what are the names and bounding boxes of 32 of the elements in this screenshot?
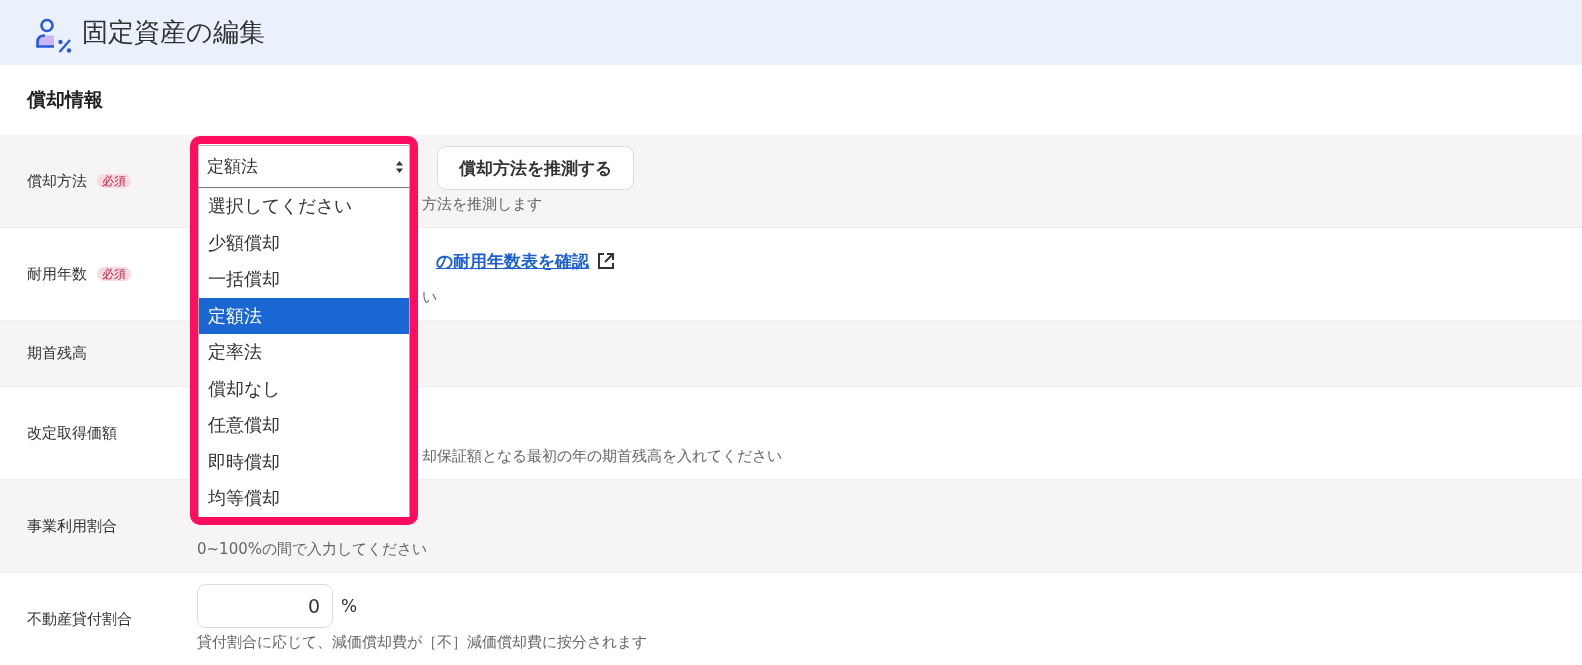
dropdown-option[interactable]: 定率法: [199, 334, 409, 371]
useful-life-table-link[interactable]: の耐用年数表を確認: [436, 249, 589, 273]
field-label: 期首残高: [27, 344, 87, 363]
section-title: 償却情報: [27, 87, 103, 112]
dropdown-option[interactable]: 即時償却: [199, 443, 409, 480]
field-label: 耐用年数: [27, 264, 87, 284]
hint-text: い: [422, 288, 437, 306]
person-percent-icon: [35, 18, 72, 53]
required-tag: 必須: [97, 174, 131, 188]
required-tag: 必須: [97, 267, 131, 281]
dropdown-option[interactable]: 選択してください: [199, 188, 409, 225]
field-label: 不動産貸付割合: [27, 609, 132, 629]
page-title: 固定資産の編集: [82, 16, 265, 49]
hint-text: 方法を推測します: [422, 195, 542, 213]
dropdown-option[interactable]: 均等償却: [199, 480, 409, 517]
estimate-method-button[interactable]: 償却方法を推測する: [437, 146, 634, 190]
field-label: 事業利用割合: [27, 516, 117, 536]
hint-text: 0~100%の間で入力してください: [197, 540, 427, 558]
field-label: 改定取得価額: [27, 423, 117, 443]
hint-text: 貸付割合に応じて、減価償却費が［不］減価償却費に按分されます: [197, 633, 647, 651]
field-label: 償却方法: [27, 171, 87, 191]
percent-input[interactable]: 0: [197, 584, 333, 628]
updown-arrows-icon: [396, 160, 403, 173]
dropdown-option[interactable]: 少額償却: [199, 224, 409, 261]
dropdown-option[interactable]: 一括償却: [199, 261, 409, 298]
percent-unit: %: [341, 596, 358, 616]
hint-text: 却保証額となる最初の年の期首残高を入れてください: [422, 447, 782, 465]
dropdown-option[interactable]: 定額法: [199, 297, 409, 334]
external-link-icon: [597, 252, 615, 270]
dropdown-option[interactable]: 任意償却: [199, 407, 409, 444]
dropdown-option[interactable]: 償却なし: [199, 370, 409, 407]
method-select[interactable]: 定額法: [198, 145, 410, 188]
